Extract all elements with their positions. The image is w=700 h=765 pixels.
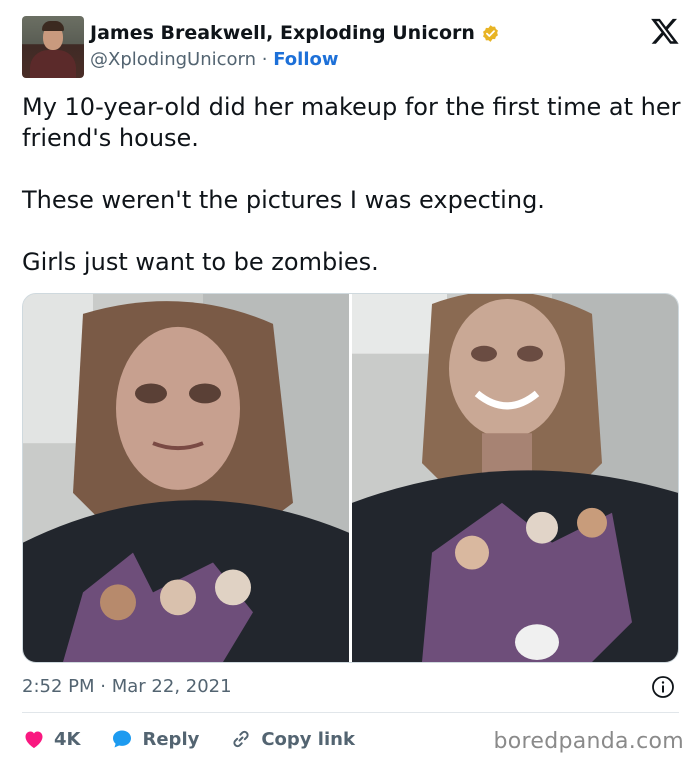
- verified-badge-icon: [482, 24, 498, 42]
- tweet-paragraph: These weren't the pictures I was expecti…: [22, 186, 545, 214]
- tweet-actions: 4K Reply Copy link: [22, 724, 385, 754]
- tweet-photo-right[interactable]: [352, 294, 678, 662]
- handle-separator: ·: [261, 49, 268, 70]
- copy-link-label: Copy link: [261, 728, 355, 750]
- tweet-text: My 10-year-old did her makeup for the fi…: [22, 92, 682, 278]
- author-name-row: James Breakwell, Exploding Unicorn: [90, 22, 500, 44]
- info-icon[interactable]: [651, 675, 675, 699]
- copy-link-button[interactable]: Copy link: [229, 727, 355, 751]
- divider: [22, 712, 679, 713]
- author-handle-row: @XplodingUnicorn · Follow: [90, 49, 339, 70]
- tweet-photo-left[interactable]: [23, 294, 349, 662]
- reply-button[interactable]: Reply: [110, 727, 199, 751]
- tweet-paragraph: Girls just want to be zombies.: [22, 248, 379, 276]
- tweet-paragraph: My 10-year-old did her makeup for the fi…: [22, 93, 681, 152]
- reply-label: Reply: [142, 728, 200, 750]
- link-icon: [233, 730, 249, 748]
- like-button[interactable]: 4K: [22, 727, 80, 751]
- tweet-time: 2:52 PM: [22, 676, 95, 697]
- tweet-header: James Breakwell, Exploding Unicorn @Xplo…: [22, 16, 682, 78]
- follow-button[interactable]: Follow: [273, 49, 338, 70]
- watermark: boredpanda.com: [493, 729, 684, 754]
- avatar[interactable]: [22, 16, 84, 78]
- tweet-date: Mar 22, 2021: [111, 676, 232, 697]
- reply-bubble-icon: [113, 730, 132, 748]
- author-name[interactable]: James Breakwell, Exploding Unicorn: [90, 22, 475, 44]
- tweet-timestamp[interactable]: 2:52 PM · Mar 22, 2021: [22, 676, 232, 697]
- timestamp-separator: ·: [100, 676, 106, 697]
- author-handle[interactable]: @XplodingUnicorn: [90, 49, 256, 70]
- tweet-media: [22, 293, 679, 663]
- x-logo-icon[interactable]: [650, 16, 680, 46]
- like-count: 4K: [54, 728, 81, 750]
- heart-icon: [25, 731, 43, 748]
